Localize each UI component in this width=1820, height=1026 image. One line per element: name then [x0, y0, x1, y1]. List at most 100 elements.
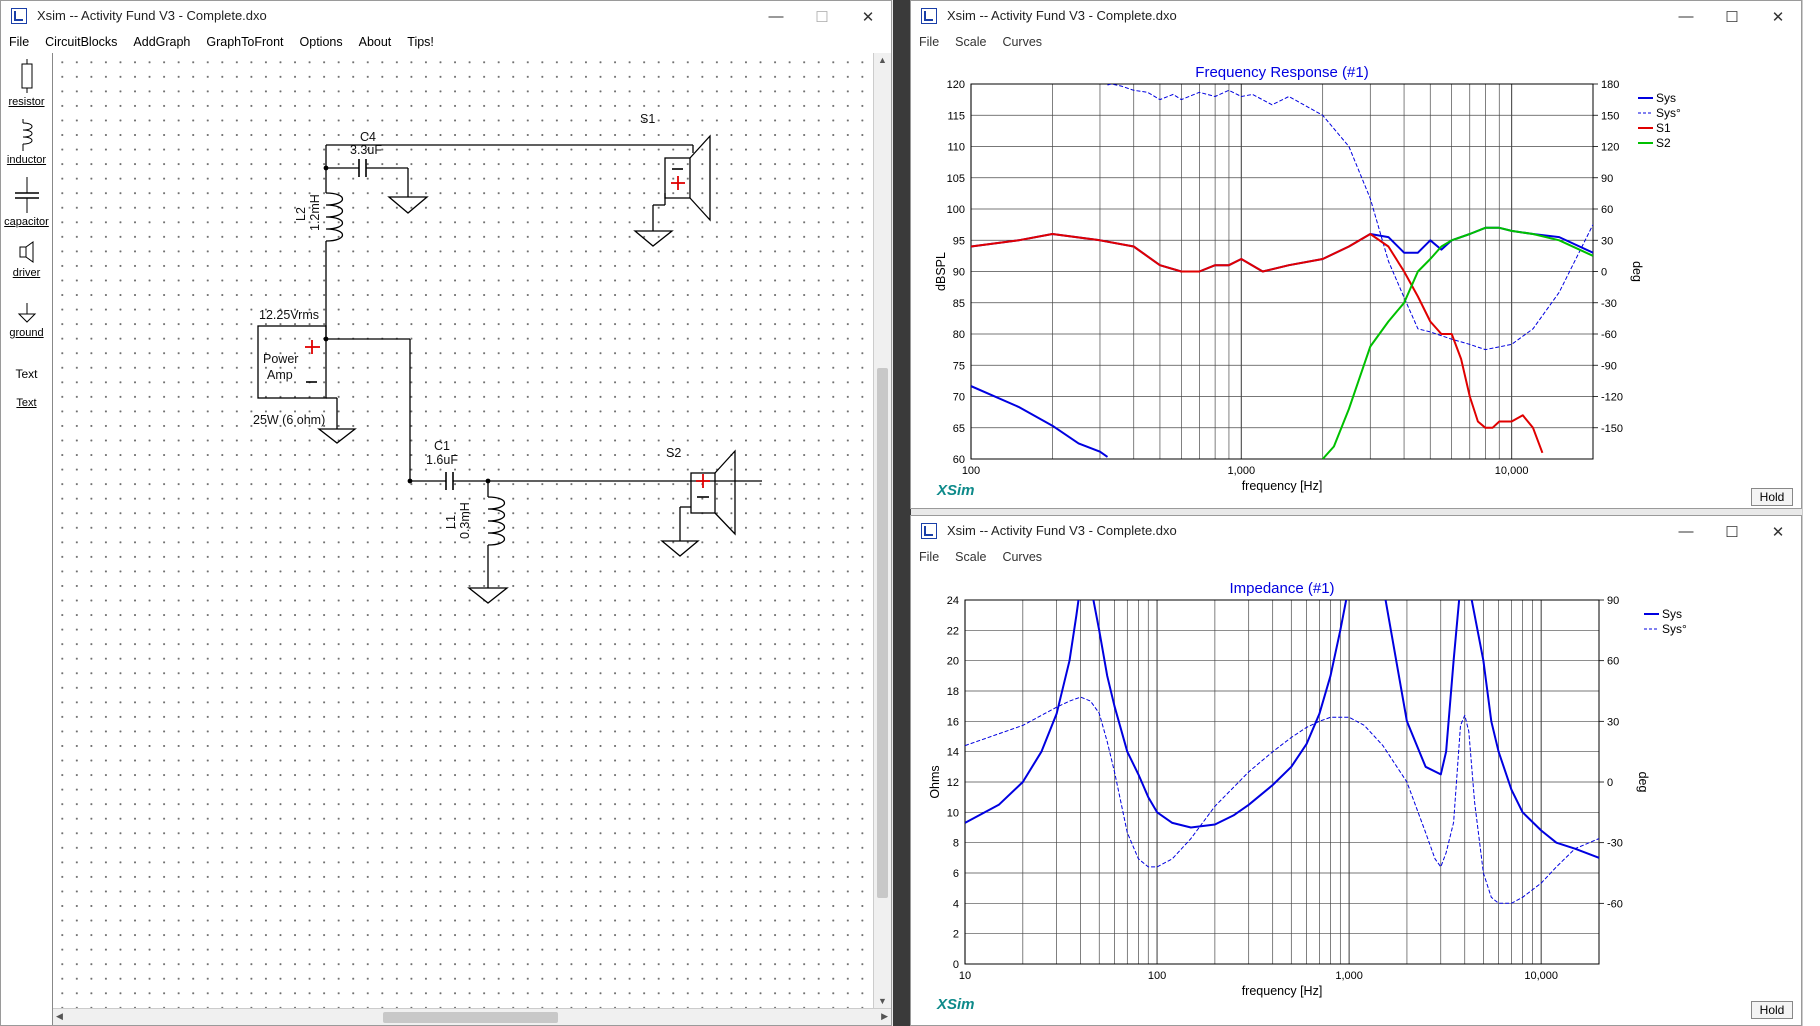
tool-label: inductor	[6, 154, 47, 166]
imp-menubar: File Scale Curves	[911, 547, 1801, 567]
minimize-button[interactable]: —	[1663, 1, 1709, 32]
y-tick-label: 22	[947, 625, 959, 637]
y2-tick-label: 60	[1607, 656, 1619, 668]
minimize-button[interactable]: —	[753, 1, 799, 32]
menu-tips[interactable]: Tips!	[399, 35, 442, 49]
menu-addgraph[interactable]: AddGraph	[125, 35, 198, 49]
close-button[interactable]: ✕	[1755, 1, 1801, 32]
scroll-thumb[interactable]	[383, 1012, 558, 1023]
inductor-coil	[487, 496, 506, 546]
y2-tick-label: 90	[1601, 173, 1613, 185]
tool-text-link[interactable]: Text	[1, 397, 52, 409]
ground-symbol	[660, 540, 700, 557]
inductor-coil	[325, 192, 344, 242]
scroll-right-arrow[interactable]: ▶	[881, 1011, 888, 1022]
menu-circuitblocks[interactable]: CircuitBlocks	[37, 35, 125, 49]
y2-tick-label: 30	[1607, 716, 1619, 728]
y2-tick-label: -90	[1601, 360, 1617, 372]
imp-titlebar[interactable]: Xsim -- Activity Fund V3 - Complete.dxo …	[911, 516, 1801, 547]
c1-label: C1	[434, 439, 450, 453]
tool-text[interactable]: Text	[1, 367, 52, 381]
maximize-button[interactable]: ☐	[1709, 516, 1755, 547]
ground-symbol	[317, 428, 357, 444]
legend-entry: Sys	[1656, 91, 1676, 105]
y2-tick-label: 30	[1601, 235, 1613, 247]
menu-scale[interactable]: Scale	[947, 35, 994, 49]
y2-tick-label: -30	[1607, 838, 1623, 850]
tool-inductor[interactable]: inductor	[1, 119, 52, 166]
tool-capacitor[interactable]: capacitor	[1, 177, 52, 228]
tool-driver[interactable]: driver	[1, 240, 52, 279]
menu-scale[interactable]: Scale	[947, 550, 994, 564]
scroll-up-arrow[interactable]: ▲	[878, 55, 887, 65]
legend-entry: Sys°	[1656, 106, 1681, 120]
y-tick-label: 105	[947, 173, 965, 185]
impedance-chart[interactable]: 024681012141618202224-60-30030609010 100 1…	[911, 568, 1801, 1025]
menu-about[interactable]: About	[351, 35, 400, 49]
capacitor-icon	[14, 177, 39, 213]
y2-tick-label: -150	[1601, 423, 1623, 435]
c4-value: 3.3uF	[350, 143, 382, 157]
y-tick-label: 10	[947, 807, 959, 819]
maximize-button[interactable]: ☐	[799, 1, 845, 32]
legend-entry: S2	[1656, 136, 1671, 150]
menu-curves[interactable]: Curves	[994, 550, 1050, 564]
y2-tick-label: -60	[1601, 329, 1617, 341]
xsim-app-icon	[11, 8, 27, 24]
y-tick-label: 4	[953, 898, 959, 910]
menu-curves[interactable]: Curves	[994, 35, 1050, 49]
legend-entry: S1	[1656, 121, 1671, 135]
tool-ground[interactable]: ground	[1, 302, 52, 339]
tool-label: Text	[16, 397, 37, 409]
legend-entry: Sys	[1662, 607, 1682, 621]
schematic-titlebar[interactable]: Xsim -- Activity Fund V3 - Complete.dxo …	[1, 1, 891, 32]
frequency-response-window: Xsim -- Activity Fund V3 - Complete.dxo …	[910, 0, 1802, 509]
inductor-icon	[22, 119, 32, 151]
y2-axis-label: deg	[1636, 772, 1650, 793]
junction-dot	[323, 165, 329, 171]
vertical-scrollbar[interactable]: ▲ ▼	[873, 53, 891, 1008]
tool-resistor[interactable]: resistor	[1, 59, 52, 108]
horizontal-scrollbar[interactable]: ◀ ▶	[53, 1008, 891, 1025]
scroll-down-arrow[interactable]: ▼	[878, 996, 887, 1006]
schematic-window: Xsim -- Activity Fund V3 - Complete.dxo …	[0, 0, 892, 1026]
y2-tick-label: -30	[1601, 298, 1617, 310]
speaker-polarity	[306, 168, 709, 498]
y-tick-label: 70	[953, 392, 965, 404]
menu-file[interactable]: File	[911, 550, 947, 564]
c1-value: 1.6uF	[426, 453, 458, 467]
scroll-left-arrow[interactable]: ◀	[56, 1011, 63, 1022]
ground-symbol	[467, 587, 509, 604]
menu-file[interactable]: File	[911, 35, 947, 49]
xsim-app-icon	[921, 523, 937, 539]
x-tick-label: 10	[959, 970, 971, 982]
chart-title: Frequency Response (#1)	[1195, 64, 1368, 81]
minimize-button[interactable]: —	[1663, 516, 1709, 547]
fr-titlebar[interactable]: Xsim -- Activity Fund V3 - Complete.dxo …	[911, 1, 1801, 32]
series-line-s1	[971, 233, 1544, 454]
y-tick-label: 16	[947, 716, 959, 728]
close-button[interactable]: ✕	[845, 1, 891, 32]
amp-power: 25W (6 ohm)	[253, 413, 325, 427]
menu-options[interactable]: Options	[292, 35, 351, 49]
hold-button[interactable]: Hold	[1751, 1001, 1793, 1019]
schematic-canvas[interactable]: C4 3.3uF L2 1.2mH S1 12.25Vrms Power Amp…	[53, 53, 873, 1008]
frequency-response-chart[interactable]: 60 65 70 75 80 85 90 95 100 105 110 115 120 -150 -120 -…	[911, 53, 1801, 508]
circuit-diagram[interactable]: C4 3.3uF L2 1.2mH S1 12.25Vrms Power Amp…	[53, 53, 873, 1008]
junction-dot	[485, 478, 491, 484]
close-button[interactable]: ✕	[1755, 516, 1801, 547]
menu-graphtofront[interactable]: GraphToFront	[198, 35, 291, 49]
component-toolbox: resistor inductor capacitor driver groun…	[1, 53, 53, 1025]
scroll-thumb[interactable]	[877, 368, 888, 898]
y-tick-label: 90	[953, 267, 965, 279]
hold-button[interactable]: Hold	[1751, 488, 1793, 506]
y2-axis-label: deg	[1630, 261, 1644, 282]
l1-value: 0.3mH	[458, 502, 472, 539]
y-tick-label: 24	[947, 595, 959, 607]
maximize-button[interactable]: ☐	[1709, 1, 1755, 32]
x-tick-label: 1,000	[1228, 465, 1256, 477]
speaker-icon	[19, 241, 33, 263]
window-title: Xsim -- Activity Fund V3 - Complete.dxo	[37, 8, 267, 23]
chart-title: Impedance (#1)	[1229, 580, 1334, 597]
menu-file[interactable]: File	[1, 35, 37, 49]
